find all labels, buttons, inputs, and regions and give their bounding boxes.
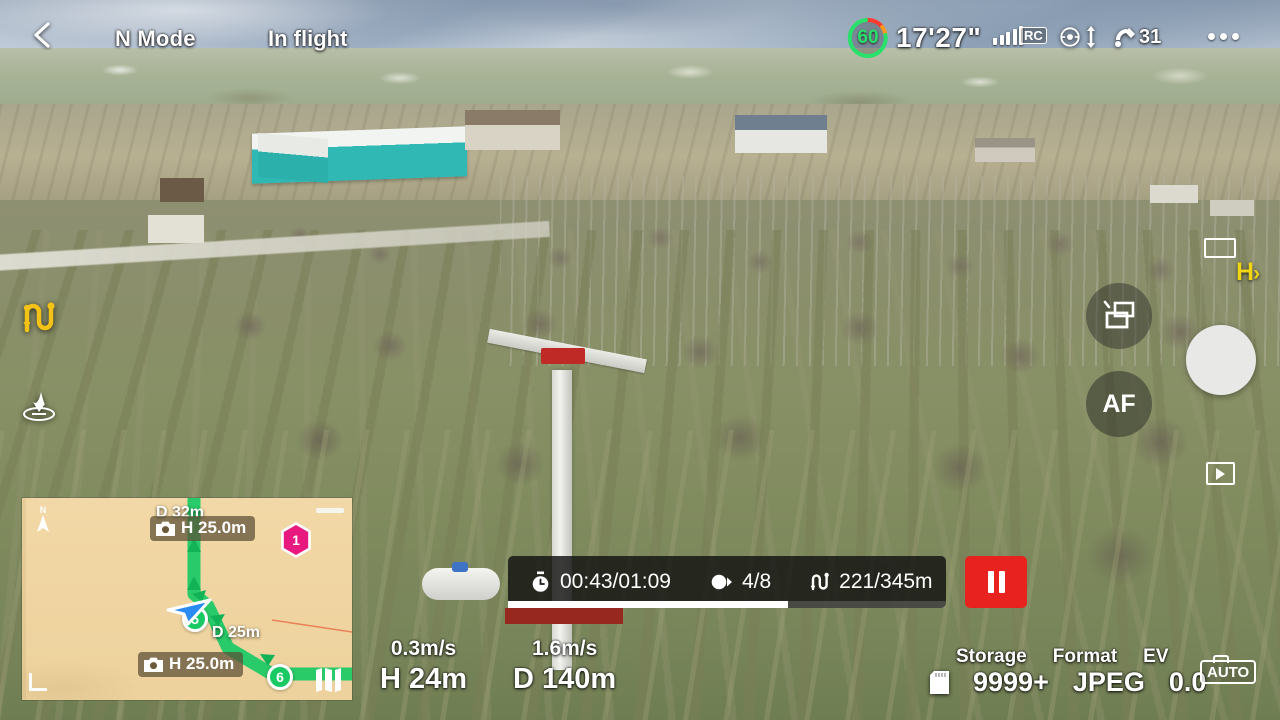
aircraft-heading-icon	[166, 598, 212, 626]
auto-landing-icon[interactable]	[20, 386, 58, 422]
minimap-label-0-text: H 25.0m	[181, 518, 247, 537]
satellite-count: 31	[1139, 26, 1162, 48]
north-compass-icon[interactable]: N	[30, 504, 56, 534]
pause-icon	[987, 571, 994, 593]
minimap-label-0[interactable]: H 25.0m	[150, 516, 256, 541]
minimap-label-1-text: H 25.0m	[169, 654, 235, 673]
mission-distance: 221/345m	[809, 570, 933, 594]
mission-time: 00:43/01:09	[530, 570, 671, 594]
flight-mode-label[interactable]: N Mode	[115, 26, 196, 52]
minimap-waypoint-1[interactable]: 1	[280, 522, 312, 558]
mission-distance-value: 221/345m	[839, 570, 933, 593]
camera-stats: Storage Format EV 9999+ JPEG 0.0	[930, 646, 1206, 698]
red-roof-structure	[505, 608, 623, 624]
mission-progress-bar[interactable]	[508, 601, 946, 608]
pause-icon	[998, 571, 1005, 593]
wind-machine-nacelle	[541, 348, 585, 364]
camera-mode-button[interactable]	[1086, 283, 1152, 349]
telemetry-distance: 1.6m/s D 140m	[513, 636, 616, 696]
waypoint-circle-icon: 6	[267, 664, 293, 690]
telemetry-altitude: 0.3m/s H 24m	[380, 636, 467, 696]
top-status-bar: N Mode In flight 60 17'27" RC 31	[0, 0, 1280, 62]
auto-exposure-badge[interactable]: AUTO	[1200, 655, 1257, 684]
minimap-corner-bracket	[29, 673, 47, 691]
home-direction-arrow-icon: ›	[1253, 262, 1260, 285]
shed-b	[160, 178, 204, 202]
format-value[interactable]: JPEG	[1073, 667, 1145, 698]
back-button[interactable]	[28, 20, 58, 50]
shed-a	[148, 215, 204, 243]
chevron-left-icon	[34, 22, 50, 48]
waypoint-route-icon[interactable]	[20, 300, 58, 334]
wind-machine-tower	[552, 370, 572, 670]
photo-count-icon	[711, 574, 732, 590]
farmhouse-b	[735, 115, 827, 153]
mission-photos: 4/8	[711, 570, 771, 594]
battery-percent: 60	[857, 27, 879, 48]
minimap[interactable]: N D 32m D 25m H 25.0m H 25.0m 1 5 6	[22, 498, 352, 700]
map-layers-icon[interactable]	[314, 666, 344, 692]
minimap-waypoint-6-id: 6	[276, 669, 284, 685]
drone-app-screen: N Mode In flight 60 17'27" RC 31 H› AF 0…	[0, 0, 1280, 720]
farmhouse-c	[975, 138, 1035, 162]
play-triangle-icon	[1216, 467, 1225, 480]
home-direction-indicator: H›	[1236, 258, 1260, 287]
storage-label: Storage	[956, 646, 1027, 667]
playback-button[interactable]	[1206, 462, 1235, 485]
flight-time: 17'27"	[896, 22, 982, 53]
propane-tank	[422, 568, 500, 600]
altitude-value: H 24m	[380, 663, 468, 695]
distance-value: D 140m	[513, 663, 617, 695]
camera-stats-labels: Storage Format EV	[956, 646, 1206, 668]
rc-link-badge: RC	[1020, 27, 1047, 44]
mission-pause-button[interactable]	[965, 556, 1027, 608]
flight-status-label: In flight	[268, 26, 348, 51]
teal-barn-annex	[258, 132, 328, 184]
format-label: Format	[1052, 646, 1118, 667]
parked-rv-b	[1210, 200, 1254, 216]
photo-mode-icon	[1103, 300, 1135, 329]
route-icon	[810, 572, 829, 591]
stopwatch-icon	[532, 571, 549, 592]
vertical-speed: 0.3m/s	[390, 637, 457, 660]
horizontal-speed: 1.6m/s	[531, 637, 598, 660]
farmhouse-a	[465, 110, 560, 150]
camera-stats-values: 9999+ JPEG 0.0	[930, 667, 1206, 698]
more-dots-icon[interactable]	[1208, 33, 1239, 40]
minimap-label-1[interactable]: H 25.0m	[138, 652, 244, 677]
af-button[interactable]: AF	[1086, 371, 1152, 437]
minimap-waypoint-1-id: 1	[292, 532, 300, 548]
battery-indicator[interactable]: 60	[845, 15, 891, 61]
parked-rv-a	[1150, 185, 1198, 203]
home-letter: H	[1236, 258, 1254, 286]
telemetry-readout: 0.3m/s H 24m 1.6m/s D 140m	[380, 636, 616, 696]
svg-text:N: N	[40, 505, 47, 515]
storage-value: 9999+	[973, 667, 1049, 697]
mission-progress-fill	[508, 601, 789, 608]
propane-tank-valve	[452, 562, 468, 572]
minimap-collapse-handle[interactable]	[316, 508, 344, 513]
shutter-button[interactable]	[1186, 325, 1256, 395]
sd-card-icon	[930, 671, 949, 694]
camera-icon	[144, 657, 163, 672]
obstacle-sensing-icon	[1060, 27, 1080, 47]
photo-frame-icon	[1204, 238, 1236, 258]
camera-icon	[156, 521, 175, 536]
mission-time-value: 00:43/01:09	[560, 570, 671, 593]
minimap-waypoint-6[interactable]: 6	[267, 664, 293, 690]
vertical-sensing-icon	[1087, 26, 1095, 48]
ev-label: EV	[1143, 646, 1169, 667]
mission-photos-value: 4/8	[741, 570, 772, 593]
signal-bars-icon	[993, 25, 1023, 45]
satellite-icon	[1115, 28, 1135, 47]
minimap-distance-1: D 25m	[212, 624, 261, 641]
